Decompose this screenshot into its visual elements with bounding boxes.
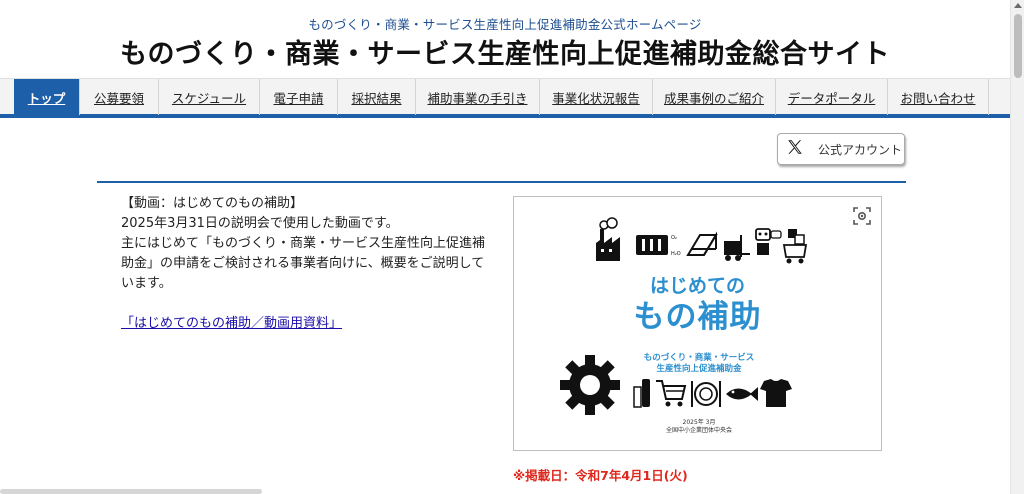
video-text-line: います。 [121, 276, 172, 291]
section-divider [97, 181, 906, 183]
thumbnail-program-line: ものづくり・商業・サービス [643, 353, 755, 363]
x-account-label: 公式アカウント [818, 142, 903, 157]
nav-item-schedule[interactable]: スケジュール [159, 79, 260, 115]
video-thumbnail[interactable]: O₂ H₂O はじめての もの補助 ものづくり・商業・サービス 生産性向上促進補… [513, 196, 882, 451]
horizontal-scroll-hint [0, 489, 262, 494]
nav-item-handbook[interactable]: 補助事業の手引き [416, 79, 540, 115]
nav-item-top[interactable]: トップ [14, 79, 80, 115]
publish-date-notice: ※掲載日：令和7年4月1日(火) [513, 468, 688, 483]
service-icons [633, 379, 792, 408]
video-text-line: 2025年3月31日の説明会で使用した動画です。 [121, 216, 399, 231]
site-title: ものづくり・商業・サービス生産性向上促進補助金総合サイト [120, 39, 890, 70]
vertical-scrollbar[interactable] [1010, 0, 1024, 494]
svg-text:H₂O: H₂O [671, 251, 681, 257]
thumbnail-program-name: ものづくり・商業・サービス 生産性向上促進補助金 [624, 353, 774, 375]
main-nav: トップ 公募要領 スケジュール 電子申請 採択結果 補助事業の手引き 事業化状況… [0, 78, 1010, 118]
video-text-line: 主にはじめて「ものづくり・商業・サービス生産性向上促進補 [121, 236, 486, 251]
page: ものづくり・商業・サービス生産性向上促進補助金公式ホームページ ものづくり・商業… [0, 0, 1010, 494]
x-account-button[interactable]: 公式アカウント [777, 133, 905, 165]
nav-item-case-studies[interactable]: 成果事例のご紹介 [653, 79, 776, 115]
thumbnail-org: 全国中小企業団体中央会 [665, 427, 732, 434]
video-description: 【動画：はじめてのもの補助】 2025年3月31日の説明会で使用した動画です。 … [121, 194, 491, 294]
svg-text:O₂: O₂ [671, 235, 677, 241]
nav-item-e-application[interactable]: 電子申請 [260, 79, 338, 115]
nav-item-contact[interactable]: お問い合わせ [888, 79, 989, 115]
gear-icon [560, 355, 620, 415]
thumbnail-date: 2025年 3月 [682, 419, 716, 426]
nav-item-guidelines[interactable]: 公募要領 [80, 79, 159, 115]
x-logo-icon [786, 138, 804, 160]
nav-item-status-report[interactable]: 事業化状況報告 [540, 79, 653, 115]
scroll-up-arrow-icon[interactable] [1014, 3, 1022, 8]
thumbnail-footer: 2025年 3月 全国中小企業団体中央会 [654, 419, 744, 435]
industry-icons: O₂ H₂O [596, 217, 808, 264]
video-text-line: 助金」の申請をご検討される事業者向けに、概要をご説明して [121, 256, 485, 271]
video-heading: 【動画：はじめてのもの補助】 [121, 196, 304, 211]
nav-item-data-portal[interactable]: データポータル [776, 79, 888, 115]
site-subtitle: ものづくり・商業・サービス生産性向上促進補助金公式ホームページ [308, 17, 702, 32]
lens-icon[interactable] [852, 206, 872, 226]
thumbnail-title-large: もの補助 [633, 299, 762, 335]
nav-item-results[interactable]: 採択結果 [338, 79, 416, 115]
video-material-link[interactable]: 「はじめてのもの補助／動画用資料」 [121, 312, 342, 331]
scrollbar-thumb[interactable] [1014, 14, 1022, 78]
